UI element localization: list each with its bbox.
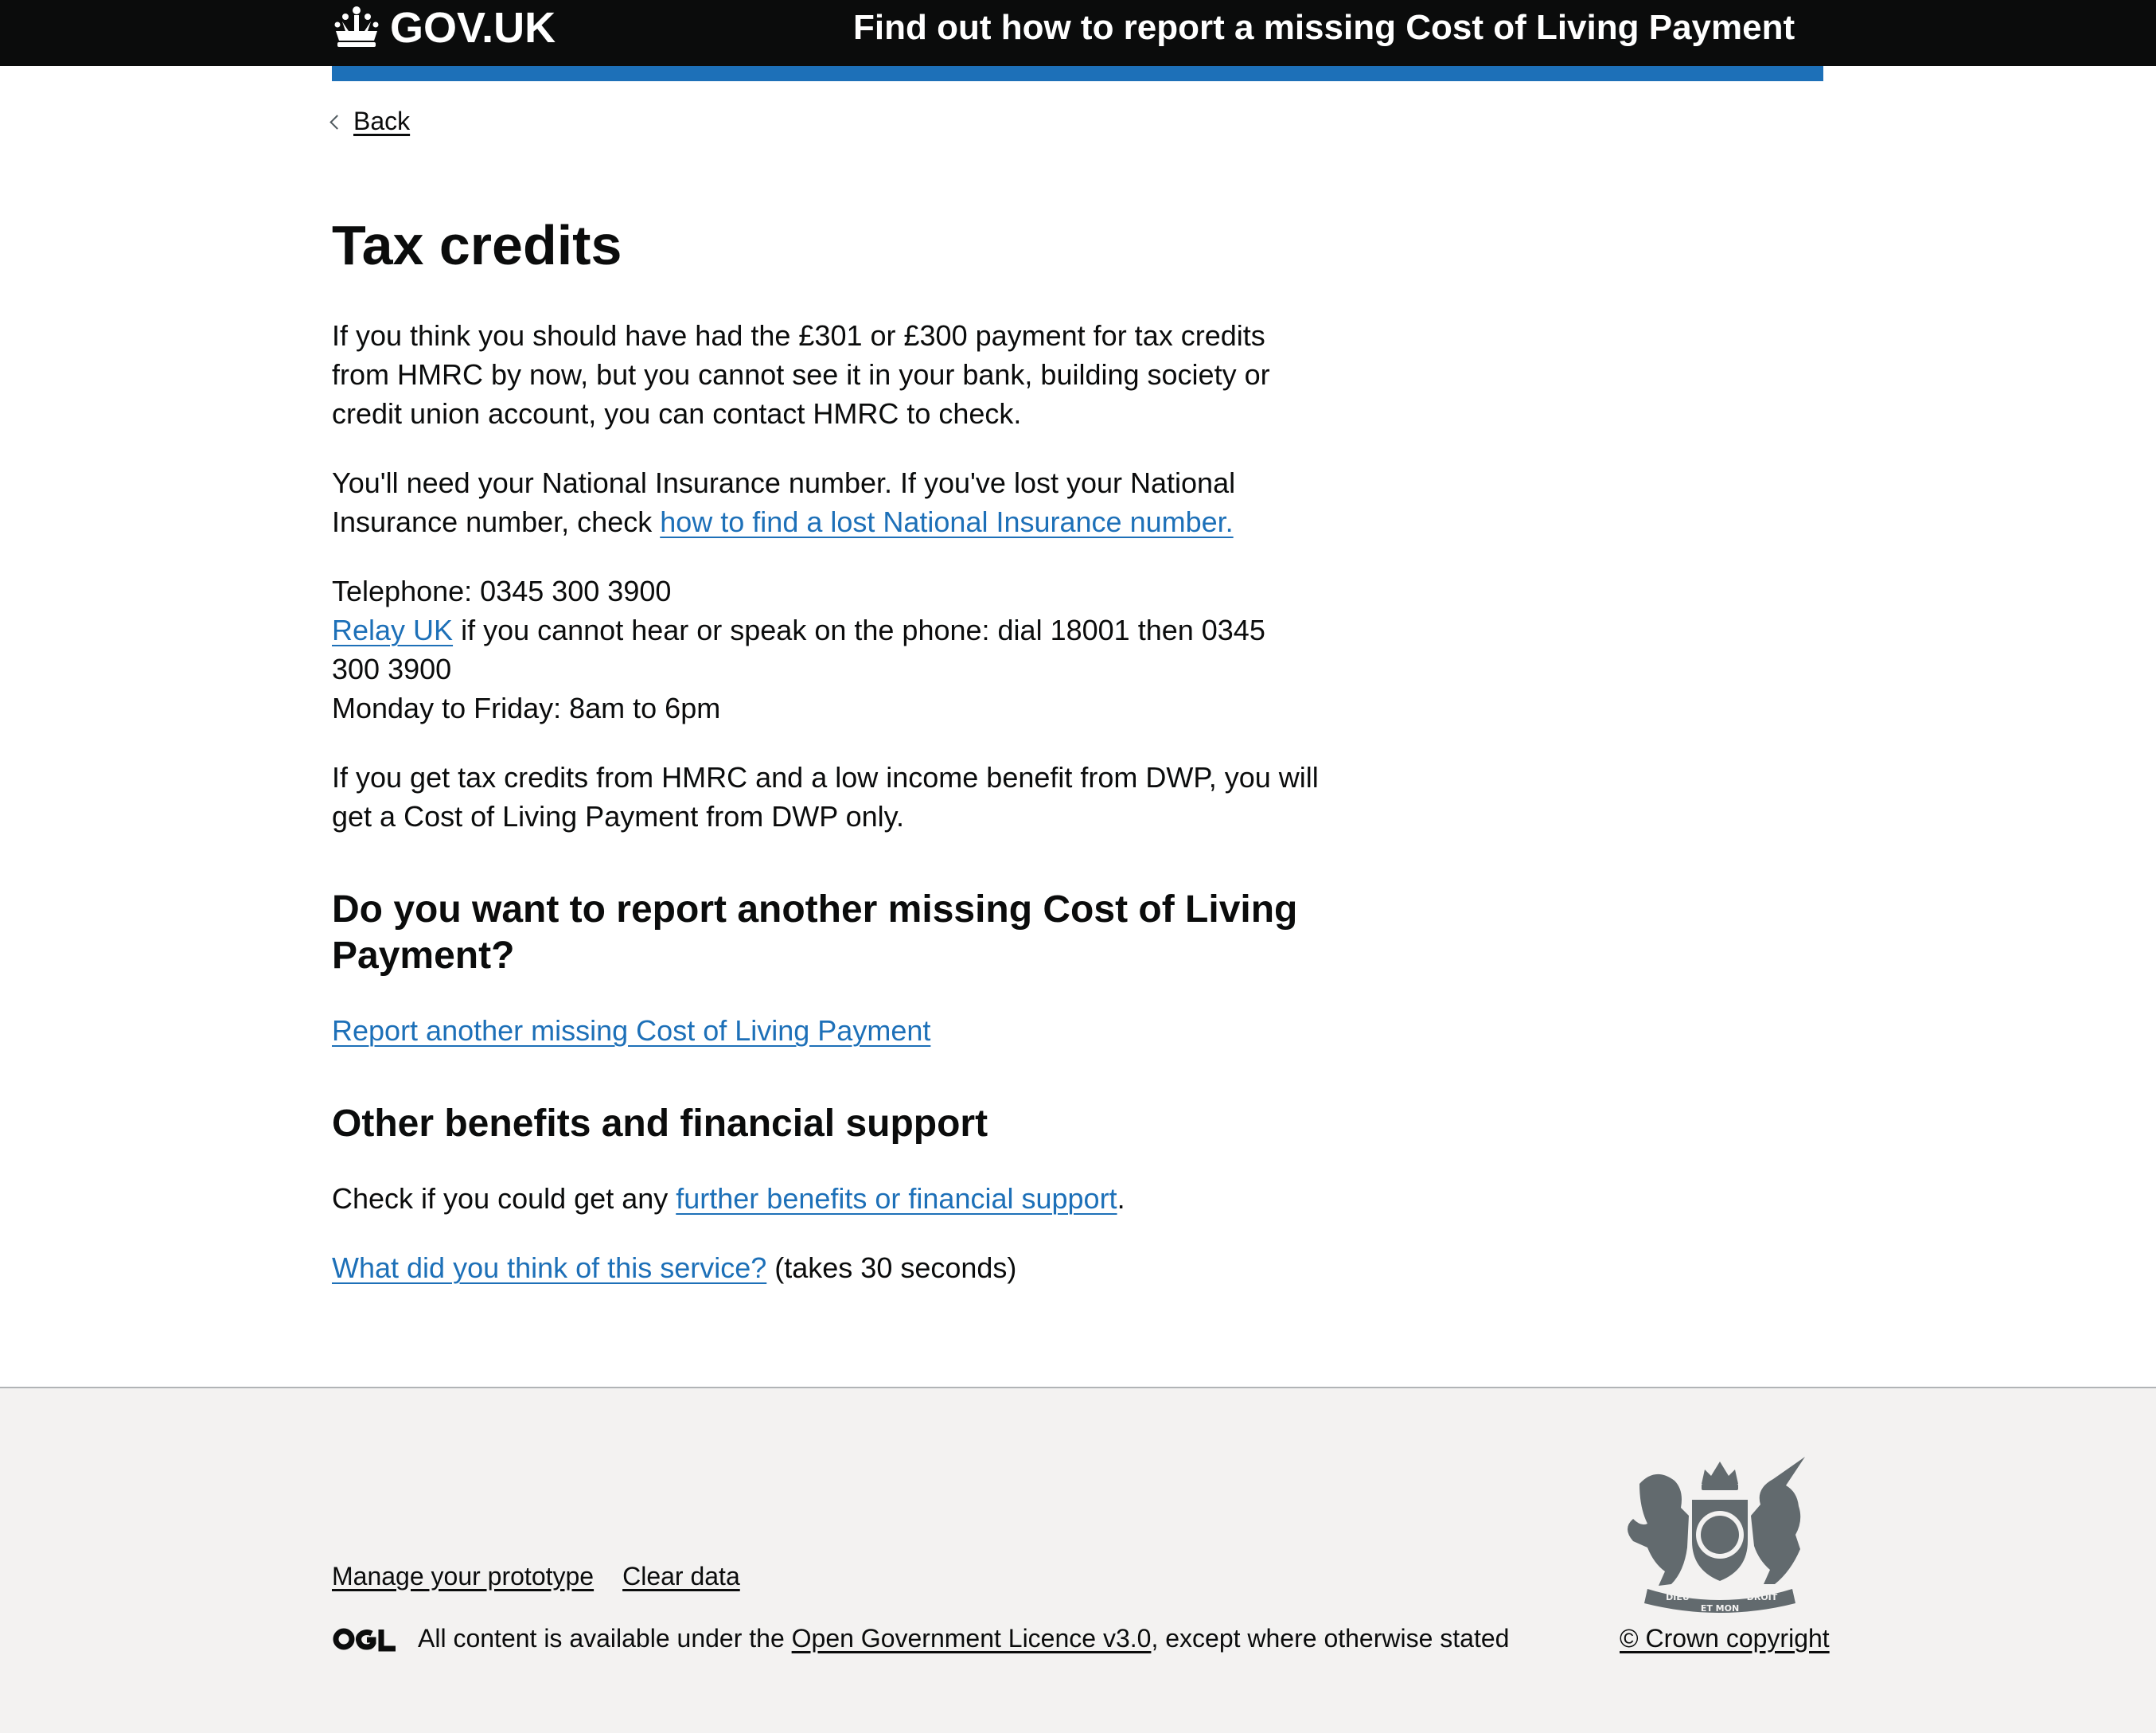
licence-text-before: All content is available under the: [418, 1624, 792, 1653]
crest-motto-1: DIEU: [1666, 1592, 1690, 1602]
ogl-logo-icon: [332, 1626, 397, 1653]
crest-motto-3: DROIT: [1747, 1592, 1778, 1602]
main-content: Tax credits If you think you should have…: [332, 215, 1319, 1317]
licence-text: All content is available under the Open …: [418, 1624, 1509, 1653]
crown-icon: [331, 4, 382, 52]
intro-paragraph: If you think you should have had the £30…: [332, 319, 1270, 430]
report-another-paragraph: Report another missing Cost of Living Pa…: [332, 1011, 1319, 1050]
ni-number-paragraph: You'll need your National Insurance numb…: [332, 463, 1319, 541]
crown-copyright-link[interactable]: © Crown copyright: [1620, 1624, 1830, 1653]
contact-details: Telephone: 0345 300 3900 Relay UK if you…: [332, 572, 1319, 728]
govuk-logo-text: GOV.UK: [390, 4, 556, 52]
other-benefits-end: .: [1117, 1182, 1125, 1215]
header-blue-bar: [332, 66, 1823, 81]
page-title: Tax credits: [332, 214, 622, 276]
service-name-link[interactable]: Find out how to report a missing Cost of…: [853, 0, 1795, 56]
feedback-paragraph: What did you think of this service? (tak…: [332, 1248, 1319, 1287]
other-benefits-text: Check if you could get any: [332, 1182, 676, 1215]
opening-hours: Monday to Friday: 8am to 6pm: [332, 692, 721, 724]
relay-uk-link[interactable]: Relay UK: [332, 614, 453, 646]
royal-crest-icon: DIEU ET MON DROIT: [1616, 1452, 1824, 1619]
footer-links: Manage your prototype Clear data: [332, 1562, 740, 1591]
footer: DIEU ET MON DROIT Manage your prototype …: [0, 1387, 2156, 1733]
licence-statement: All content is available under the Open …: [332, 1624, 1509, 1653]
header: GOV.UK Find out how to report a missing …: [0, 0, 2156, 66]
page: GOV.UK Find out how to report a missing …: [0, 0, 2156, 1733]
relay-uk-line: Relay UK if you cannot hear or speak on …: [332, 611, 1319, 689]
telephone-number: Telephone: 0345 300 3900: [332, 575, 672, 607]
feedback-duration: (takes 30 seconds): [766, 1251, 1017, 1284]
other-benefits-heading: Other benefits and financial support: [332, 1103, 988, 1145]
clear-data-link[interactable]: Clear data: [622, 1562, 740, 1591]
other-benefits-paragraph: Check if you could get any further benef…: [332, 1179, 1319, 1218]
relay-uk-text: if you cannot hear or speak on the phone…: [332, 614, 1265, 685]
back-chevron-icon: [329, 114, 345, 130]
further-benefits-link[interactable]: further benefits or financial support: [676, 1182, 1117, 1215]
back-link[interactable]: Back: [329, 102, 411, 140]
feedback-link[interactable]: What did you think of this service?: [332, 1251, 766, 1284]
lost-ni-number-link[interactable]: how to find a lost National Insurance nu…: [660, 505, 1233, 538]
back-link-label: Back: [353, 106, 411, 135]
report-another-heading: Do you want to report another missing Co…: [332, 888, 1298, 977]
report-another-link[interactable]: Report another missing Cost of Living Pa…: [332, 1014, 930, 1047]
crest-motto-2: ET MON: [1701, 1603, 1739, 1614]
dwp-paragraph: If you get tax credits from HMRC and a l…: [332, 761, 1319, 833]
ogl-licence-link[interactable]: Open Government Licence v3.0: [792, 1624, 1152, 1653]
manage-prototype-link[interactable]: Manage your prototype: [332, 1562, 594, 1591]
licence-text-after: , except where otherwise stated: [1151, 1624, 1510, 1653]
govuk-home-link[interactable]: GOV.UK: [331, 0, 556, 56]
